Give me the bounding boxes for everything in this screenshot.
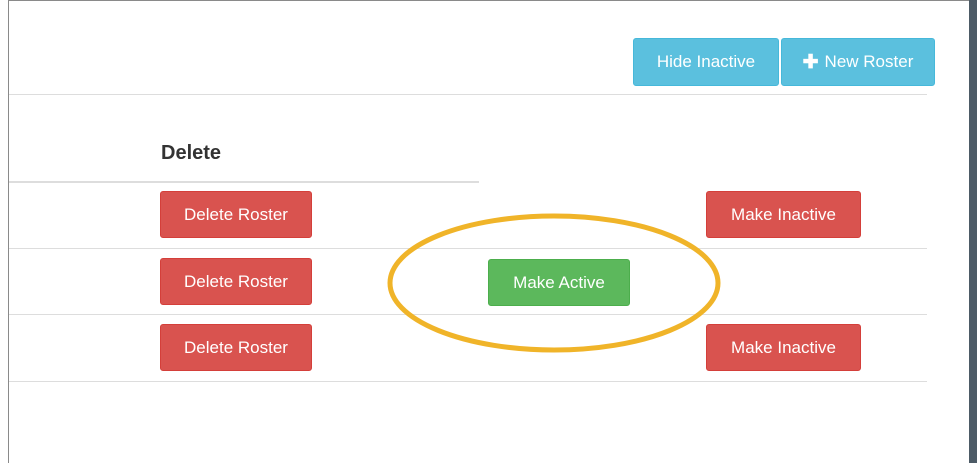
make-inactive-label: Make Inactive — [731, 204, 836, 224]
delete-roster-label: Delete Roster — [184, 337, 288, 357]
delete-roster-label: Delete Roster — [184, 271, 288, 291]
new-roster-label: New Roster — [824, 52, 914, 71]
delete-roster-button[interactable]: Delete Roster — [160, 324, 312, 371]
delete-roster-label: Delete Roster — [184, 204, 288, 224]
page-container: Hide Inactive ✚ New Roster Delete Delete… — [8, 0, 969, 463]
delete-roster-button[interactable]: Delete Roster — [160, 258, 312, 305]
table-row-divider — [9, 314, 927, 315]
make-inactive-button[interactable]: Make Inactive — [706, 324, 861, 371]
make-active-label: Make Active — [513, 272, 605, 292]
window-edge — [969, 0, 977, 463]
make-active-button[interactable]: Make Active — [488, 259, 630, 306]
delete-roster-button[interactable]: Delete Roster — [160, 191, 312, 238]
table-row-divider — [9, 381, 927, 382]
table-row-divider — [9, 248, 927, 249]
plus-icon: ✚ — [802, 51, 819, 73]
column-header-delete: Delete — [161, 142, 222, 164]
make-inactive-label: Make Inactive — [731, 337, 836, 357]
hide-inactive-button[interactable]: Hide Inactive — [633, 38, 779, 86]
make-inactive-button[interactable]: Make Inactive — [706, 191, 861, 238]
toolbar-divider — [9, 94, 927, 95]
hide-inactive-label: Hide Inactive — [656, 52, 756, 71]
table-header-divider — [9, 181, 479, 183]
new-roster-button[interactable]: ✚ New Roster — [781, 38, 935, 86]
